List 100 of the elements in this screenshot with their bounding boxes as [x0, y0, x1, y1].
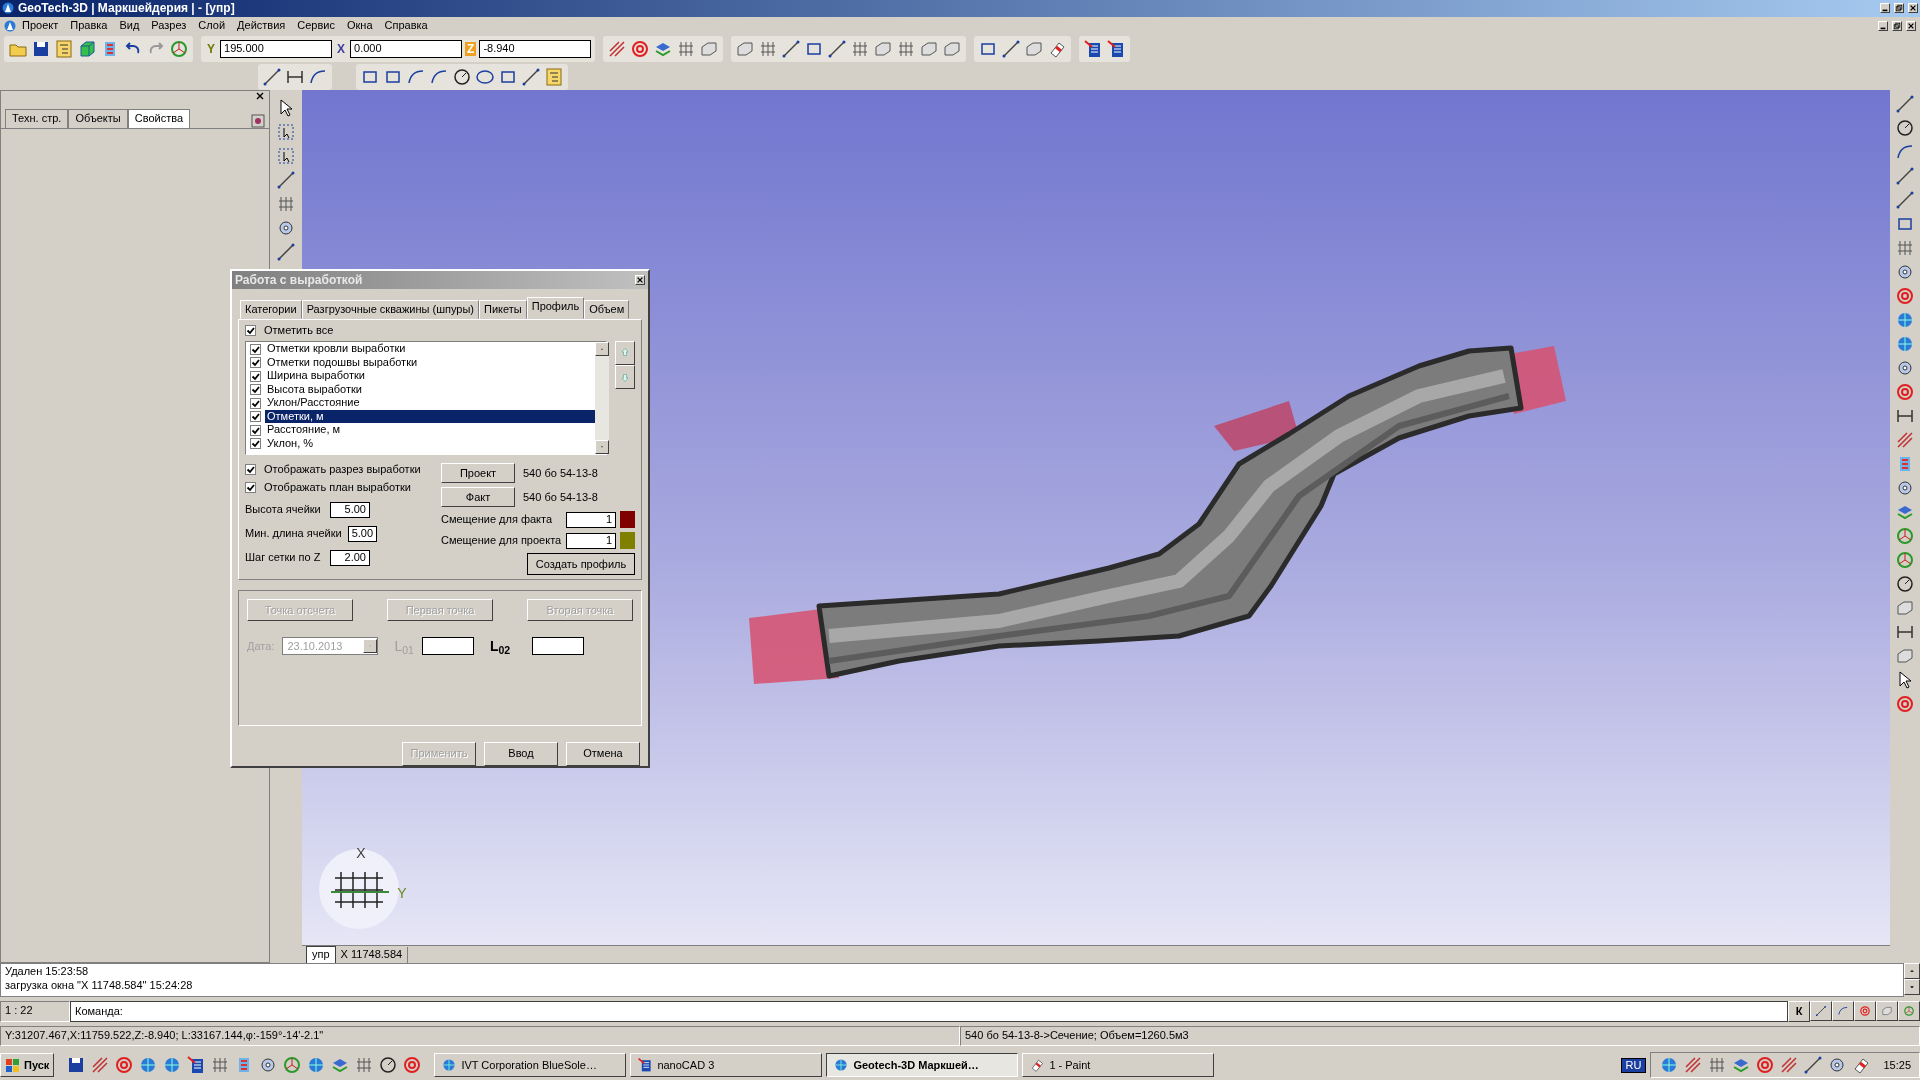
list-item[interactable]: Отметки, м [265, 410, 595, 424]
axes-icon[interactable] [282, 1055, 303, 1076]
scroll-up-icon[interactable] [595, 342, 609, 357]
menu-item[interactable]: Сервис [291, 19, 341, 33]
checkbox[interactable] [250, 370, 261, 382]
taskbar-button[interactable]: nanoCAD 3 [630, 1053, 823, 1078]
line-icon[interactable] [1895, 166, 1915, 187]
coordinate-field[interactable]: 0.000 [350, 39, 463, 58]
line-icon[interactable] [1895, 94, 1915, 115]
checkbox[interactable] [250, 411, 261, 423]
color-swatch[interactable] [620, 532, 635, 550]
close-icon[interactable] [255, 91, 265, 102]
target-icon[interactable] [1895, 286, 1915, 307]
scroll-down-icon[interactable] [1904, 979, 1920, 996]
menu-item[interactable]: Проект [16, 19, 65, 33]
scroll-up-icon[interactable] [1904, 963, 1920, 980]
axes-icon[interactable] [1895, 526, 1915, 547]
list-item[interactable]: Ширина выработки [265, 369, 595, 383]
menu-item[interactable]: Действия [231, 19, 292, 33]
coordinate-field[interactable]: 195.000 [220, 39, 332, 58]
start-button[interactable]: Пуск [0, 1053, 55, 1078]
line-icon[interactable] [521, 66, 541, 87]
source-button[interactable]: Проект [441, 463, 515, 484]
command-field[interactable]: Команда: [70, 1001, 1788, 1023]
menu-item[interactable]: Окна [341, 19, 379, 33]
language-indicator[interactable]: RU [1620, 1057, 1647, 1073]
checkbox[interactable] [250, 424, 261, 436]
dialog-tab[interactable]: Пикеты [479, 299, 527, 320]
panel-tab[interactable]: Объекты [68, 109, 128, 128]
dialog-tab[interactable]: Объем [584, 299, 630, 320]
line-icon[interactable] [1895, 190, 1915, 211]
length-field[interactable] [421, 637, 474, 656]
target-icon[interactable] [1895, 382, 1915, 403]
restore-icon[interactable] [1894, 3, 1904, 14]
length-field[interactable] [532, 637, 585, 656]
taskbar-button[interactable]: IVT Corporation BlueSole… [434, 1053, 627, 1078]
hatch-icon[interactable] [607, 38, 628, 59]
number-field[interactable]: 1 [566, 532, 616, 549]
list-item[interactable]: Отметки кровли выработки [265, 342, 595, 356]
minimize-icon[interactable] [1880, 3, 1890, 14]
number-field[interactable]: 5.00 [347, 525, 378, 542]
list-item[interactable]: Расстояние, м [265, 423, 595, 437]
checkbox[interactable] [250, 438, 261, 450]
view-tab[interactable]: X 11748.584 [335, 947, 409, 963]
menu-item[interactable]: Правка [64, 19, 114, 33]
menu-item[interactable]: Справка [378, 19, 434, 33]
menu-item[interactable]: Вид [113, 19, 146, 33]
panel-tab[interactable]: Техн. стр. [5, 109, 69, 128]
coordinate-field[interactable]: -8.940 [479, 39, 592, 58]
dialog-tab[interactable]: Профиль [526, 296, 585, 320]
checkbox[interactable] [250, 357, 261, 369]
checkbox[interactable] [250, 384, 261, 396]
arrow-up-icon[interactable] [615, 341, 635, 366]
checkbox[interactable] [245, 481, 256, 493]
checkbox[interactable] [245, 325, 256, 337]
field-label: Шаг сетки по Z [245, 551, 321, 565]
line-icon[interactable] [262, 66, 282, 87]
list-item[interactable]: Уклон, % [265, 437, 595, 451]
axes-snap-icon[interactable] [1898, 1001, 1920, 1022]
line-icon[interactable] [827, 38, 848, 59]
dialog-tab[interactable]: Разгрузочные скважины (шпуры) [301, 299, 480, 320]
taskbar-button[interactable]: 1 - Paint [1022, 1053, 1215, 1078]
color-swatch[interactable] [620, 511, 635, 529]
cube-icon[interactable] [77, 38, 97, 59]
clock-icon[interactable] [378, 1055, 399, 1076]
checkbox[interactable] [245, 464, 256, 476]
list-item[interactable]: Отметки подошвы выработки [265, 356, 595, 370]
view-tab[interactable]: упр [306, 946, 336, 964]
source-button[interactable]: Факт [441, 487, 515, 508]
dialog-tab[interactable]: Категории [240, 299, 302, 320]
create-profile-button[interactable]: Создать профиль [527, 553, 635, 576]
snap-button[interactable]: К [1788, 1001, 1810, 1023]
dialog-button[interactable]: Отмена [566, 742, 640, 766]
app-logo-icon[interactable] [4, 19, 16, 32]
circle-icon[interactable] [1895, 574, 1915, 595]
minimize-icon[interactable] [1878, 20, 1888, 31]
menu-item[interactable]: Слой [192, 19, 232, 33]
list-item[interactable]: Уклон/Расстояние [265, 396, 595, 410]
dialog-button[interactable]: Ввод [484, 742, 558, 766]
select-icon[interactable] [276, 146, 296, 167]
line-icon[interactable] [781, 38, 802, 59]
arrow-down-icon[interactable] [615, 365, 635, 390]
select-icon[interactable] [276, 122, 296, 143]
scrollbar[interactable] [595, 342, 609, 455]
panel-tab[interactable]: Свойства [127, 109, 191, 128]
restore-icon[interactable] [1892, 20, 1902, 31]
number-field[interactable]: 2.00 [330, 549, 370, 566]
scroll-down-icon[interactable] [595, 440, 609, 455]
checkbox[interactable] [250, 343, 261, 355]
number-field[interactable]: 1 [566, 511, 616, 528]
axes-icon[interactable] [169, 38, 189, 59]
circle-icon[interactable] [452, 66, 472, 87]
pin-icon[interactable] [251, 113, 265, 128]
menu-item[interactable]: Разрез [145, 19, 193, 33]
checkbox[interactable] [250, 397, 261, 409]
taskbar-button[interactable]: Geotech-3D Маркшей… [826, 1053, 1019, 1078]
number-field[interactable]: 5.00 [330, 501, 370, 518]
list-item[interactable]: Высота выработки [265, 383, 595, 397]
target-icon[interactable] [630, 38, 651, 59]
circle-icon[interactable] [1895, 118, 1915, 139]
